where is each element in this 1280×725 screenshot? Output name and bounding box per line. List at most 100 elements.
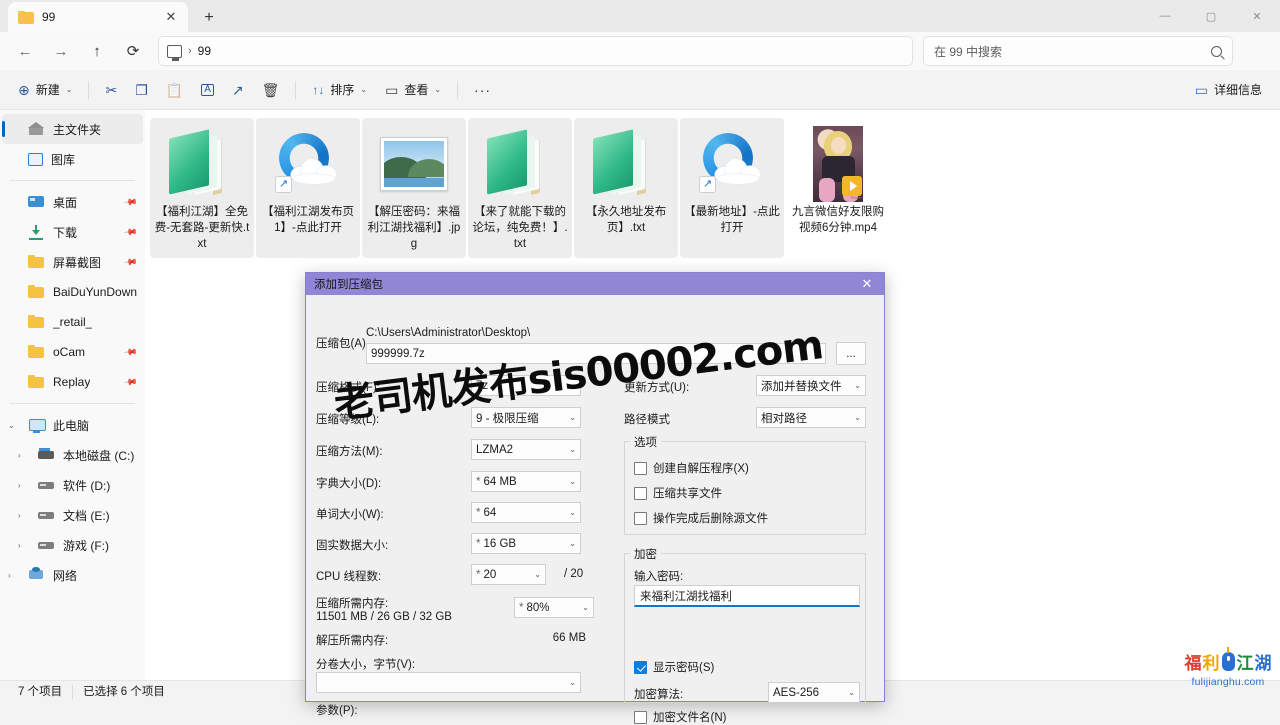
show-password-checkbox[interactable]: 显示密码(S) [634, 659, 714, 675]
encrypt-filenames-label: 加密文件名(N) [653, 709, 726, 725]
compress-shared-checkbox[interactable]: 压缩共享文件 [634, 485, 722, 501]
close-tab-icon[interactable]: ✕ [160, 6, 182, 28]
method-combo[interactable]: LZMA2 ⌄ [471, 439, 581, 460]
selection-count: 已选择 6 个项目 [73, 685, 175, 699]
back-button[interactable]: ← [8, 36, 42, 66]
pin-icon[interactable]: 📌 [123, 194, 139, 210]
pin-icon[interactable]: 📌 [123, 344, 139, 360]
sidebar-item-label: 屏幕截图 [53, 254, 101, 271]
address-bar-row: ← → ↑ ⟳ › 99 在 99 中搜索 [0, 32, 1280, 70]
password-input[interactable]: 来福利江湖找福利 [634, 585, 860, 607]
sidebar-item-13[interactable]: ›游戏 (F:) [2, 530, 143, 560]
more-options-button[interactable]: ··· [466, 75, 499, 105]
video-thumbnail: Player [813, 126, 863, 202]
chevron-icon[interactable]: › [18, 511, 30, 520]
rename-button[interactable]: A [193, 75, 222, 105]
dialog-title-bar: 添加到压缩包 ✕ [306, 273, 884, 295]
view-label: 查看 [404, 81, 428, 98]
chevron-icon[interactable]: ⌄ [8, 421, 20, 430]
sidebar-item-8[interactable]: Replay📌 [2, 367, 143, 397]
word-size-combo[interactable]: *64 ⌄ [471, 502, 581, 523]
tab-99[interactable]: 99 ✕ [8, 2, 188, 32]
sidebar-item-1[interactable]: 图库 [2, 144, 143, 174]
sidebar-item-label: 本地磁盘 (C:) [63, 447, 134, 464]
sidebar-item-7[interactable]: oCam📌 [2, 337, 143, 367]
cut-button[interactable]: ✂ [97, 75, 125, 105]
update-mode-combo[interactable]: 添加并替换文件 ⌄ [756, 375, 866, 396]
format-combo[interactable]: 7z ⌄ [471, 375, 581, 396]
pin-icon[interactable]: 📌 [123, 374, 139, 390]
folder-icon [28, 254, 45, 270]
sidebar-item-4[interactable]: 屏幕截图 📌 [2, 247, 143, 277]
file-item[interactable]: ↗【最新地址】-点此打开 [680, 118, 784, 258]
encrypt-filenames-checkbox[interactable]: 加密文件名(N) [634, 709, 726, 725]
file-thumbnail: ↗ [272, 128, 344, 200]
file-item[interactable]: Player九言微信好友限购视频6分钟.mp4 [786, 118, 890, 258]
chevron-icon[interactable]: › [18, 481, 30, 490]
file-thumbnail: ↗ [696, 128, 768, 200]
close-window-button[interactable]: ✕ [1234, 0, 1280, 32]
memory-percent-combo[interactable]: *80% ⌄ [514, 597, 594, 618]
sidebar-item-9[interactable]: ⌄此电脑 [2, 410, 143, 440]
breadcrumb[interactable]: › 99 [158, 36, 913, 66]
chevron-icon[interactable]: › [18, 451, 30, 460]
sidebar-item-6[interactable]: _retail_ [2, 307, 143, 337]
new-button[interactable]: ⊕ 新建 ⌄ [10, 75, 80, 105]
text-file-icon [169, 134, 235, 194]
delete-button[interactable]: 🗑 [254, 75, 288, 105]
dictionary-combo[interactable]: *64 MB ⌄ [471, 471, 581, 492]
search-input[interactable]: 在 99 中搜索 [923, 36, 1233, 66]
sidebar-item-11[interactable]: ›软件 (D:) [2, 470, 143, 500]
view-button[interactable]: ▭ 查看 ⌄ [377, 75, 449, 105]
details-pane-button[interactable]: ▭ 详细信息 [1187, 75, 1270, 105]
hdd-c-icon [38, 447, 55, 463]
copy-button[interactable]: ❐ [127, 75, 156, 105]
algorithm-combo[interactable]: AES-256 ⌄ [768, 682, 860, 703]
up-button[interactable]: ↑ [80, 36, 114, 66]
refresh-button[interactable]: ⟳ [116, 36, 150, 66]
browse-button[interactable]: ... [836, 342, 866, 365]
gallery-icon [28, 153, 43, 166]
create-sfx-checkbox[interactable]: 创建自解压程序(X) [634, 460, 749, 476]
share-button[interactable]: ↗ [224, 75, 252, 105]
sidebar-item-0[interactable]: 主文件夹 [2, 114, 143, 144]
sidebar-item-12[interactable]: ›文档 (E:) [2, 500, 143, 530]
cpu-threads-combo[interactable]: *20 ⌄ [471, 564, 546, 585]
chevron-icon[interactable]: › [8, 571, 20, 580]
delete-after-checkbox[interactable]: 操作完成后删除源文件 [634, 510, 768, 526]
new-tab-button[interactable]: + [194, 4, 224, 32]
sidebar-item-label: 桌面 [53, 194, 77, 211]
file-item[interactable]: 【来了就能下载的论坛，纯免费！】.txt [468, 118, 572, 258]
archive-name-input[interactable]: 999999.7z ⌄ [366, 343, 826, 364]
sidebar-item-label: 图库 [51, 151, 75, 168]
chevron-icon[interactable]: › [18, 541, 30, 550]
copy-icon: ❐ [135, 83, 148, 97]
file-item[interactable]: 【福利江湖】全免费-无套路-更新快.txt [150, 118, 254, 258]
forward-button[interactable]: → [44, 36, 78, 66]
solid-block-combo[interactable]: *16 GB ⌄ [471, 533, 581, 554]
sidebar-item-10[interactable]: › 本地磁盘 (C:) [2, 440, 143, 470]
file-name: 【来了就能下载的论坛，纯免费！】.txt [472, 204, 568, 252]
pin-icon[interactable]: 📌 [123, 224, 139, 240]
checkbox-icon [634, 711, 647, 724]
file-item[interactable]: 【解压密码：来福利江湖找福利】.jpg [362, 118, 466, 258]
sidebar-item-5[interactable]: BaiDuYunDownload [2, 277, 143, 307]
paste-button[interactable]: 📋 [158, 75, 191, 105]
minimize-button[interactable]: — [1142, 0, 1188, 32]
level-combo[interactable]: 9 - 极限压缩 ⌄ [471, 407, 581, 428]
browser-shortcut-icon: ↗ [699, 133, 765, 195]
sidebar-item-14[interactable]: ›网络 [2, 560, 143, 590]
divider [10, 403, 135, 404]
path-mode-combo[interactable]: 相对路径 ⌄ [756, 407, 866, 428]
file-item[interactable]: ↗【福利江湖发布页1】-点此打开 [256, 118, 360, 258]
sidebar-item-3[interactable]: 下载📌 [2, 217, 143, 247]
volume-size-combo[interactable]: ⌄ [316, 672, 581, 693]
file-item[interactable]: 【永久地址发布页】.txt [574, 118, 678, 258]
close-dialog-icon[interactable]: ✕ [854, 274, 880, 294]
maximize-button[interactable]: ▢ [1188, 0, 1234, 32]
sidebar-item-2[interactable]: 桌面 📌 [2, 187, 143, 217]
breadcrumb-current: 99 [198, 44, 211, 58]
checkbox-icon [634, 487, 647, 500]
sort-button[interactable]: ↑↓ 排序 ⌄ [304, 75, 375, 105]
pin-icon[interactable]: 📌 [123, 254, 139, 270]
